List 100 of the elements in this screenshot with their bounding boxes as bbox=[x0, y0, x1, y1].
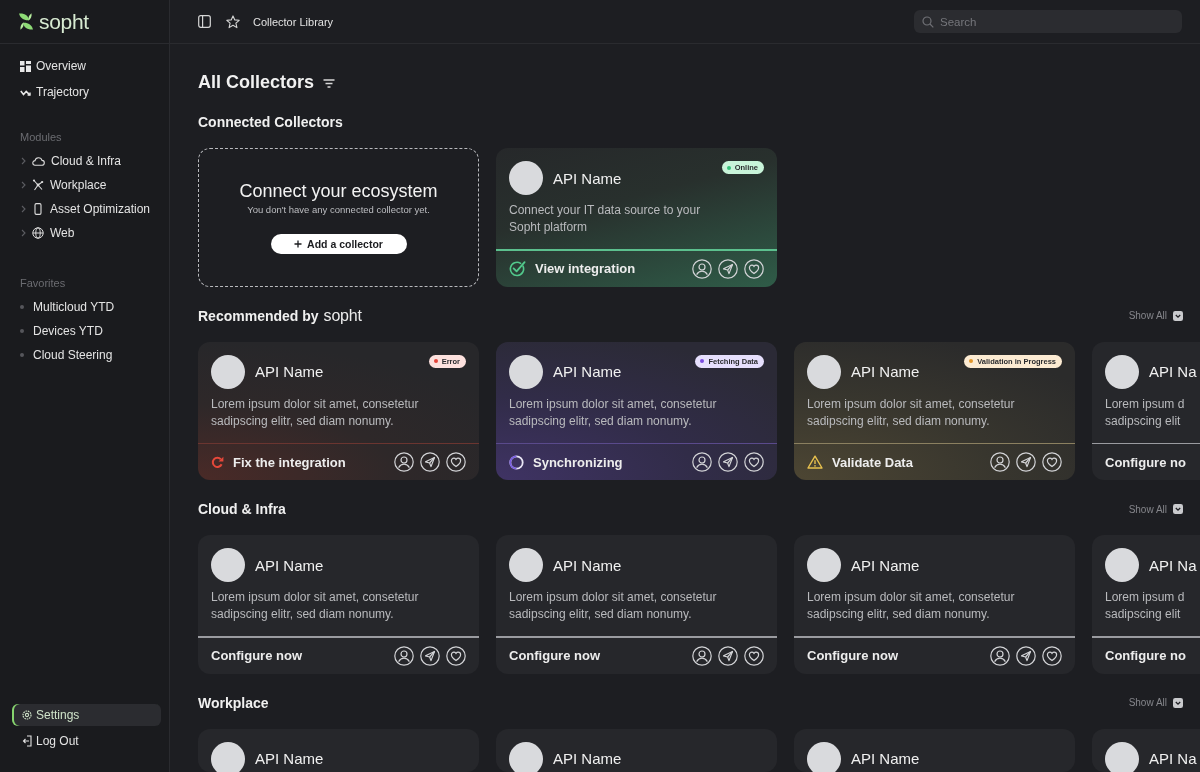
heart-circle-icon[interactable] bbox=[744, 645, 764, 666]
collector-name: API Name bbox=[553, 170, 622, 186]
avatar-icon bbox=[211, 354, 245, 389]
section-title: Cloud & Infra bbox=[198, 500, 286, 518]
show-all-button[interactable]: Show All bbox=[1128, 310, 1183, 321]
show-all-button[interactable]: Show All bbox=[1128, 697, 1183, 708]
favorite-item[interactable]: Devices YTD bbox=[12, 319, 161, 343]
sidebar-footer-item[interactable]: Settings bbox=[12, 704, 161, 726]
bullet-dot-icon bbox=[20, 305, 24, 309]
section-title: Workplace bbox=[198, 693, 269, 712]
collector-description: Lorem ipsum dolor sit amet, consetetur sadipscing elitr, sed diam nonumy. bbox=[807, 589, 1016, 623]
chevron-down-icon bbox=[1173, 310, 1183, 321]
nav-item[interactable]: Trajectory bbox=[12, 79, 161, 105]
send-circle-icon[interactable] bbox=[1016, 645, 1036, 666]
settings-icon bbox=[22, 710, 32, 720]
heart-circle-icon[interactable] bbox=[744, 452, 764, 472]
user-circle-icon[interactable] bbox=[990, 452, 1010, 472]
action-link[interactable]: Configure no bbox=[1105, 648, 1186, 663]
leaf-logo-icon bbox=[18, 12, 34, 31]
avatar-icon bbox=[807, 548, 841, 582]
group-label: Modules bbox=[19, 130, 62, 144]
collector-name: API Name bbox=[553, 364, 622, 379]
collector-name: API Na bbox=[1149, 364, 1197, 379]
action-link[interactable]: Validate Data bbox=[807, 454, 913, 470]
nav-item[interactable]: Overview bbox=[12, 53, 161, 79]
module-item[interactable]: Cloud & Infra bbox=[12, 149, 161, 173]
bullet-dot-icon bbox=[20, 353, 24, 357]
collector-name: API Name bbox=[255, 751, 324, 766]
collector-description: Lorem ipsum d sadipscing elit bbox=[1105, 589, 1186, 623]
user-circle-icon[interactable] bbox=[692, 645, 712, 666]
collector-name: API Name bbox=[255, 557, 324, 573]
send-circle-icon[interactable] bbox=[718, 452, 738, 472]
collector-description: Lorem ipsum dolor sit amet, consetetur sadipscing elitr, sed diam nonumy. bbox=[211, 395, 420, 430]
avatar-icon bbox=[211, 548, 245, 582]
star-icon[interactable] bbox=[226, 14, 240, 29]
heart-circle-icon[interactable] bbox=[446, 645, 466, 666]
phone-icon bbox=[32, 203, 44, 215]
refresh-icon bbox=[211, 455, 224, 469]
favorite-item[interactable]: Cloud Steering bbox=[12, 343, 161, 367]
empty-state-title: Connect your ecosystem bbox=[239, 180, 438, 203]
avatar-icon bbox=[807, 741, 841, 772]
action-link[interactable]: View integration bbox=[509, 260, 636, 277]
send-circle-icon[interactable] bbox=[1016, 452, 1036, 472]
collector-description: Lorem ipsum d sadipscing elit bbox=[1105, 395, 1186, 430]
avatar-icon bbox=[509, 354, 543, 389]
send-circle-icon[interactable] bbox=[420, 452, 440, 472]
action-link[interactable]: Fix the integration bbox=[211, 454, 346, 470]
add-collector-button[interactable]: Add a collector bbox=[270, 234, 407, 255]
collector-name: API Name bbox=[851, 557, 920, 573]
user-circle-icon[interactable] bbox=[990, 645, 1010, 666]
user-circle-icon[interactable] bbox=[692, 452, 712, 472]
action-link[interactable]: Configure now bbox=[807, 648, 898, 663]
collector-description: Lorem ipsum dolor sit amet, consetetur sadipscing elitr, sed diam nonumy. bbox=[807, 395, 1016, 430]
avatar-icon bbox=[1105, 741, 1139, 772]
collector-name: API Na bbox=[1149, 751, 1197, 766]
send-circle-icon[interactable] bbox=[718, 645, 738, 666]
collector-name: API Name bbox=[553, 557, 622, 573]
avatar-icon bbox=[509, 741, 543, 772]
avatar-icon bbox=[509, 161, 543, 195]
heart-circle-icon[interactable] bbox=[1042, 645, 1062, 666]
section-title: Recommended by bbox=[198, 306, 319, 325]
action-link[interactable]: Configure no bbox=[1105, 454, 1186, 470]
favorite-item[interactable]: Multicloud YTD bbox=[12, 295, 161, 319]
sidebar-footer-item[interactable]: Log Out bbox=[12, 730, 161, 752]
user-circle-icon[interactable] bbox=[394, 645, 414, 666]
search-field[interactable]: Search bbox=[914, 10, 1182, 33]
action-link[interactable]: Synchronizing bbox=[509, 454, 623, 470]
user-circle-icon[interactable] bbox=[692, 258, 712, 279]
filter-icon[interactable] bbox=[323, 78, 336, 88]
collector-name: API Name bbox=[851, 364, 920, 379]
chevron-down-icon bbox=[1173, 697, 1183, 708]
module-item[interactable]: Workplace bbox=[12, 173, 161, 197]
action-link[interactable]: Configure now bbox=[211, 648, 302, 663]
sidebar-toggle-icon[interactable] bbox=[198, 15, 211, 28]
heart-circle-icon[interactable] bbox=[1042, 452, 1062, 472]
globe-icon bbox=[32, 227, 44, 239]
user-circle-icon[interactable] bbox=[394, 452, 414, 472]
nodes-icon bbox=[32, 179, 44, 191]
heart-circle-icon[interactable] bbox=[744, 258, 764, 279]
brand-wordmark: sopht bbox=[39, 9, 89, 34]
send-circle-icon[interactable] bbox=[718, 258, 738, 279]
module-item[interactable]: Web bbox=[12, 221, 161, 245]
section-title: Connected Collectors bbox=[198, 113, 343, 131]
show-all-button[interactable]: Show All bbox=[1128, 503, 1183, 515]
spinner-icon bbox=[509, 454, 524, 470]
action-link[interactable]: Configure now bbox=[509, 648, 600, 663]
empty-state-text: You don't have any connected collector yet. bbox=[247, 204, 430, 217]
collector-name: API Name bbox=[851, 751, 920, 766]
check-circle-icon bbox=[509, 260, 526, 277]
collector-name: API Name bbox=[255, 364, 324, 379]
plus-icon bbox=[294, 240, 303, 249]
module-item[interactable]: Asset Optimization bbox=[12, 197, 161, 221]
breadcrumb: Collector Library bbox=[253, 15, 334, 28]
send-circle-icon[interactable] bbox=[420, 645, 440, 666]
heart-circle-icon[interactable] bbox=[446, 452, 466, 472]
search-icon bbox=[922, 15, 934, 28]
collector-description: Lorem ipsum dolor sit amet, consetetur sadipscing elitr, sed diam nonumy. bbox=[211, 589, 420, 623]
collector-description: Lorem ipsum dolor sit amet, consetetur sadipscing elitr, sed diam nonumy. bbox=[509, 589, 718, 623]
trend-line-icon bbox=[20, 88, 31, 96]
collector-name: API Name bbox=[553, 751, 622, 766]
